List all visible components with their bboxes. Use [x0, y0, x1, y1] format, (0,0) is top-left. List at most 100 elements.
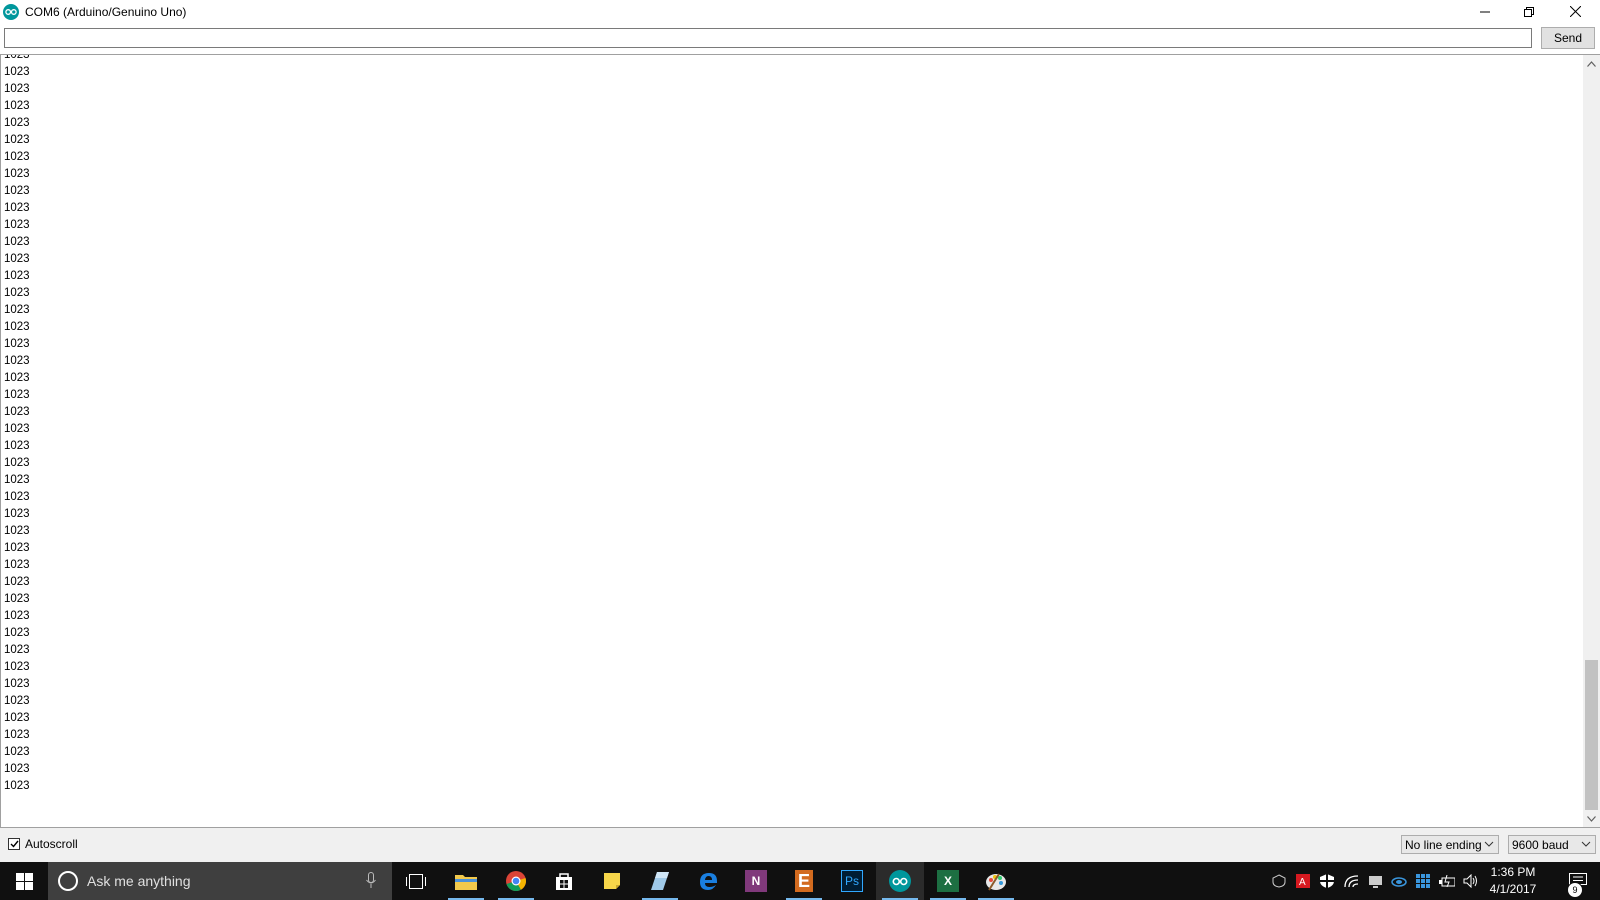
tray-onedrive-icon[interactable] — [1391, 873, 1407, 889]
serial-output: 1023 1023 1023 1023 1023 1023 1023 1023 1023 1023… — [0, 54, 1583, 828]
restore-button[interactable] — [1506, 0, 1552, 23]
taskbar: Ask me anything N E Ps X A 1:36 PM 4/1/2… — [0, 862, 1600, 900]
tray-display-icon[interactable] — [1367, 873, 1383, 889]
output-line: 1023 — [4, 440, 30, 452]
scroll-thumb[interactable] — [1585, 660, 1598, 810]
serial-input[interactable] — [4, 28, 1532, 48]
output-line: 1023 — [4, 525, 30, 537]
autoscroll-label: Autoscroll — [25, 837, 78, 851]
output-line: 1023 — [4, 712, 30, 724]
output-line: 1023 — [4, 491, 30, 503]
tray-battery-icon[interactable] — [1439, 873, 1455, 889]
taskbar-e-app[interactable]: E — [780, 862, 828, 900]
close-button[interactable] — [1552, 0, 1598, 23]
output-line: 1023 — [4, 117, 30, 129]
task-view-icon — [406, 873, 426, 889]
scroll-up-button[interactable] — [1583, 55, 1600, 72]
tray-volume-icon[interactable] — [1463, 873, 1479, 889]
output-line: 1023 — [4, 423, 30, 435]
paint-icon — [986, 873, 1006, 891]
start-button[interactable] — [0, 862, 48, 900]
task-view-button[interactable] — [392, 862, 440, 900]
tray-shield-icon[interactable] — [1319, 873, 1335, 889]
output-line: 1023 — [4, 168, 30, 180]
autoscroll-toggle[interactable]: Autoscroll — [8, 837, 78, 851]
output-line: 1023 — [4, 457, 30, 469]
checkmark-icon — [10, 840, 19, 848]
chevron-up-icon — [1587, 60, 1596, 67]
edge-icon — [700, 873, 717, 890]
output-line: 1023 — [4, 253, 30, 265]
windows-logo-icon — [15, 872, 33, 890]
taskbar-photoshop[interactable]: Ps — [828, 862, 876, 900]
photoshop-icon: Ps — [841, 870, 863, 892]
output-line: 1023 — [4, 100, 30, 112]
output-line: 1023 — [4, 338, 30, 350]
output-line: 1023 — [4, 678, 30, 690]
output-line: 1023 — [4, 746, 30, 758]
send-button[interactable]: Send — [1541, 27, 1595, 49]
scroll-down-button[interactable] — [1583, 810, 1600, 827]
line-ending-value: No line ending — [1405, 837, 1482, 852]
output-line: 1023 — [4, 406, 30, 418]
taskbar-sticky-notes[interactable] — [588, 862, 636, 900]
autoscroll-checkbox[interactable] — [8, 838, 20, 850]
taskbar-chrome[interactable] — [492, 862, 540, 900]
output-line: 1023 — [4, 627, 30, 639]
output-line: 1023 — [4, 151, 30, 163]
close-icon — [1569, 6, 1581, 17]
baud-rate-select[interactable]: 9600 baud — [1508, 835, 1596, 854]
output-line: 1023 — [4, 610, 30, 622]
svg-text:A: A — [1299, 877, 1306, 888]
taskbar-store[interactable] — [540, 862, 588, 900]
minimize-icon — [1480, 11, 1490, 12]
output-line: 1023 — [4, 236, 30, 248]
tray-grid-icon[interactable] — [1415, 873, 1431, 889]
tray-security-icon[interactable] — [1271, 873, 1287, 889]
output-line: 1023 — [4, 202, 30, 214]
output-line: 1023 — [4, 287, 30, 299]
output-line: 1023 — [4, 729, 30, 741]
output-line: 1023 — [4, 304, 30, 316]
minimize-button[interactable] — [1462, 0, 1508, 23]
output-line: 1023 — [4, 66, 30, 78]
output-line: 1023 — [4, 542, 30, 554]
taskbar-file-explorer[interactable] — [442, 862, 490, 900]
taskbar-arduino[interactable] — [876, 862, 924, 900]
output-line: 1023 — [4, 219, 30, 231]
notification-count-badge: 9 — [1567, 882, 1583, 898]
output-lines: 1023 1023 1023 1023 1023 1023 1023 1023 1023 1023… — [4, 54, 30, 795]
output-line: 1023 — [4, 474, 30, 486]
pen-app-icon — [651, 872, 669, 890]
tray-adobe-icon[interactable]: A — [1295, 873, 1311, 889]
microphone-icon[interactable] — [366, 872, 376, 889]
output-line: 1023 — [4, 389, 30, 401]
taskbar-excel[interactable]: X — [924, 862, 972, 900]
taskbar-edge[interactable] — [684, 862, 732, 900]
taskbar-pen-app[interactable] — [636, 862, 684, 900]
status-bar: Autoscroll No line ending 9600 baud — [0, 828, 1600, 862]
output-line: 1023 — [4, 54, 30, 61]
output-line: 1023 — [4, 576, 30, 588]
output-line: 1023 — [4, 644, 30, 656]
line-ending-select[interactable]: No line ending — [1401, 835, 1499, 854]
output-line: 1023 — [4, 763, 30, 775]
excel-icon: X — [937, 870, 959, 892]
output-line: 1023 — [4, 134, 30, 146]
taskbar-paint[interactable] — [972, 862, 1020, 900]
chevron-down-icon — [1587, 815, 1596, 822]
e-app-icon: E — [795, 870, 813, 892]
tray-wifi-icon[interactable] — [1343, 873, 1359, 889]
output-line: 1023 — [4, 593, 30, 605]
output-line: 1023 — [4, 780, 30, 792]
taskbar-onenote[interactable]: N — [732, 862, 780, 900]
cortana-search[interactable]: Ask me anything — [48, 862, 392, 900]
chevron-down-icon — [1484, 841, 1494, 847]
system-clock[interactable]: 1:36 PM 4/1/2017 — [1478, 864, 1548, 898]
chevron-down-icon — [1581, 841, 1591, 847]
clock-date: 4/1/2017 — [1489, 882, 1537, 896]
output-line: 1023 — [4, 355, 30, 367]
cortana-icon — [58, 871, 78, 891]
search-placeholder: Ask me anything — [87, 873, 191, 889]
vertical-scrollbar[interactable] — [1583, 54, 1600, 828]
